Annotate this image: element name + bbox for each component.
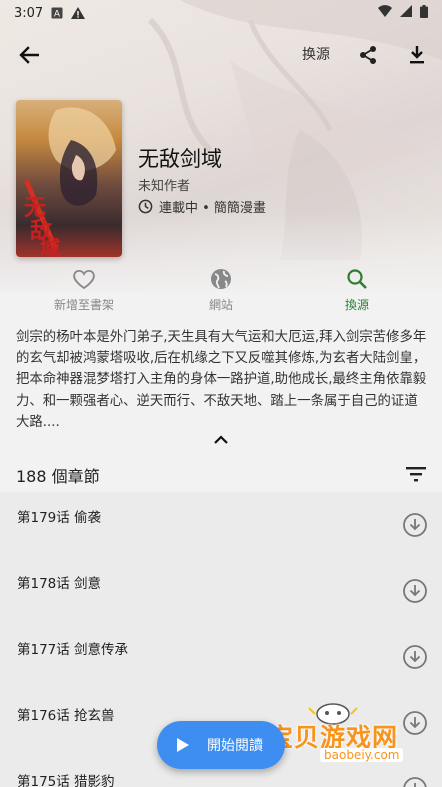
add-to-library-label: 新增至書架: [53, 298, 114, 312]
status-time: 3:07: [14, 5, 44, 21]
heart-outline-icon: [73, 269, 95, 290]
back-button[interactable]: [16, 42, 42, 68]
svg-text:A: A: [54, 10, 61, 20]
arrow-left-icon: [19, 46, 39, 64]
play-icon: [177, 738, 189, 752]
share-button[interactable]: [355, 42, 381, 68]
book-description: 剑宗的杨叶本是外门弟子,天生具有大气运和大厄运,拜入剑宗苦修多年的玄气却被鸿蒙塔…: [16, 330, 427, 430]
change-source-label: 換源: [344, 298, 369, 312]
website-button[interactable]: 網站: [161, 268, 281, 313]
chapter-title: 第176话 抢玄兽: [17, 708, 115, 724]
filter-list-icon: [406, 467, 426, 482]
download-circle-icon[interactable]: [402, 644, 428, 670]
website-label: 網站: [208, 298, 233, 312]
chapter-title: 第175话 猎影豹: [17, 774, 115, 787]
chapter-row[interactable]: 第177话 剑意传承: [0, 624, 442, 690]
chapter-title: 第177话 剑意传承: [17, 642, 129, 658]
notification-a-icon: A: [51, 7, 63, 19]
status-bar: 3:07 A: [0, 0, 442, 26]
share-icon: [360, 46, 376, 64]
chapter-count: 188 個章節: [16, 467, 100, 486]
action-row: 新增至書架 網站 換源: [0, 268, 442, 324]
app-bar: 换源: [0, 34, 442, 74]
add-to-library-button[interactable]: 新增至書架: [24, 268, 144, 313]
clock-icon: [138, 199, 153, 214]
chapter-filter-button[interactable]: [404, 462, 428, 486]
book-title: 无敌剑域: [138, 147, 222, 171]
search-icon: [347, 269, 367, 289]
chapter-row[interactable]: 第179话 偷袭: [0, 492, 442, 558]
book-status-text: 連載中 • 簡簡漫畫: [159, 201, 266, 216]
svg-text:域: 域: [40, 236, 60, 257]
wifi-icon: [378, 5, 392, 21]
download-circle-icon[interactable]: [402, 578, 428, 604]
warning-icon: [71, 7, 86, 19]
start-reading-button[interactable]: 開始閱讀: [157, 721, 285, 769]
chapter-title: 第179话 偷袭: [17, 510, 102, 526]
chapter-row[interactable]: 第178话 剑意: [0, 558, 442, 624]
collapse-description-button[interactable]: [211, 431, 231, 447]
chevron-up-icon: [214, 434, 228, 444]
signal-icon: [400, 5, 412, 21]
start-reading-label: 開始閱讀: [207, 738, 263, 754]
download-button[interactable]: [404, 42, 430, 68]
chapter-title: 第178话 剑意: [17, 576, 102, 592]
watermark-url: baobeiy.com: [320, 748, 404, 762]
book-cover: 无 敌 域: [16, 100, 122, 257]
book-status: 連載中 • 簡簡漫畫: [138, 197, 266, 216]
download-circle-icon[interactable]: [402, 776, 428, 787]
book-author: 未知作者: [138, 179, 191, 194]
change-source-button[interactable]: 換源: [297, 268, 417, 313]
download-circle-icon[interactable]: [402, 512, 428, 538]
swap-source-button[interactable]: 换源: [302, 44, 330, 64]
download-icon: [410, 46, 424, 64]
battery-icon: [420, 4, 428, 22]
globe-icon: [211, 269, 231, 289]
